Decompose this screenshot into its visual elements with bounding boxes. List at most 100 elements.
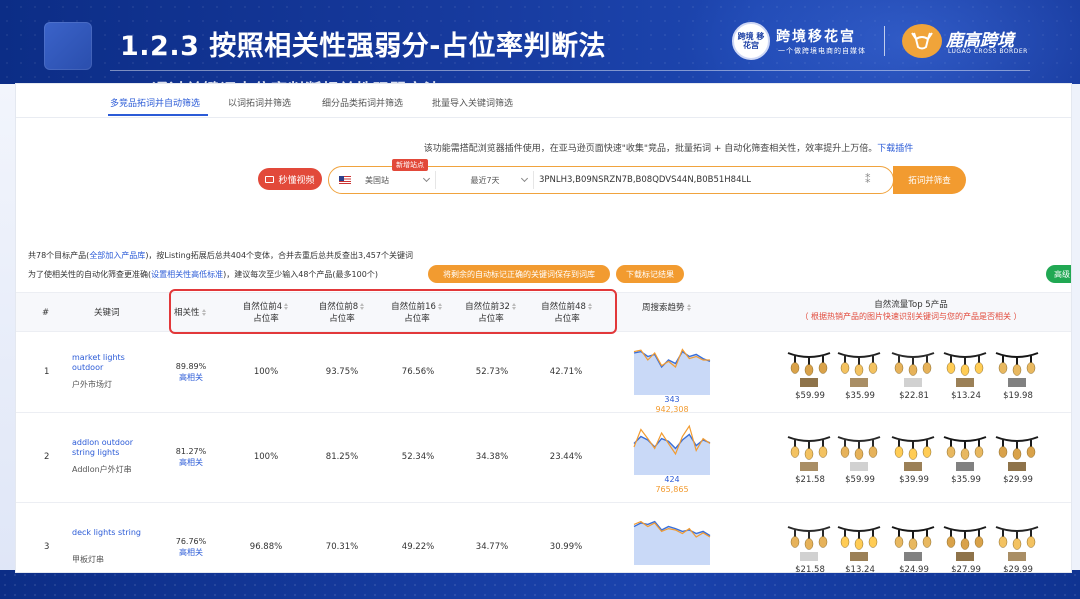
product-price: $21.58 (795, 565, 825, 572)
product-price: $29.99 (1003, 565, 1033, 572)
occupancy-r32: 52.73% (475, 367, 509, 377)
string-lights-product-image (837, 352, 881, 387)
weekly-trend-chart (633, 348, 711, 395)
product-price: $27.99 (951, 565, 981, 572)
top-product[interactable]: $35.99 (942, 431, 990, 485)
product-price: $59.99 (795, 391, 825, 401)
product-price: $24.99 (899, 565, 929, 572)
keyword-en-link[interactable]: deck lights string (72, 528, 152, 538)
tab-bar: 多竞品拓词并自动筛选 以词拓词并筛选 细分品类拓词并筛选 批量导入关键词筛选 (16, 84, 1071, 118)
occupancy-r8: 70.31% (325, 542, 359, 552)
table-row[interactable]: 3 deck lights string 甲板灯串 76.76% 高相关 96.88% 70… (16, 503, 1071, 572)
download-plugin-link[interactable]: 下载插件 (877, 144, 913, 154)
string-lights-product-image (837, 526, 881, 561)
occupancy-r4: 96.88% (249, 542, 283, 552)
tab-keyword-expand[interactable]: 以词拓词并筛选 (228, 96, 291, 109)
top-product[interactable]: $27.99 (942, 521, 990, 572)
string-lights-product-image (787, 436, 831, 471)
tab-batch-import[interactable]: 批量导入关键词筛选 (432, 96, 513, 109)
keyword-cn: 户外市场灯 (72, 380, 112, 389)
date-range-select[interactable]: 最近7天 (437, 167, 533, 193)
relevance-level: 高相关 (179, 458, 203, 467)
string-lights-product-image (943, 526, 987, 561)
top-product[interactable]: $22.81 (890, 347, 938, 401)
expand-icon[interactable]: ⁑ (865, 173, 871, 186)
top-product[interactable]: $13.24 (836, 521, 884, 572)
row-index: 2 (44, 452, 50, 462)
video-tutorial-button[interactable]: 秒懂视频 (258, 168, 322, 190)
slide-header: 1.2.3 按照相关性强弱分-占位率判断法 通过关键词占位率判断相关性强弱方法 … (0, 0, 1080, 84)
string-lights-product-image (995, 352, 1039, 387)
header-divider-line (110, 70, 1030, 71)
row-index: 3 (44, 542, 50, 552)
top-product[interactable]: $29.99 (994, 521, 1042, 572)
tab-category-expand[interactable]: 细分品类拓词并筛选 (322, 96, 403, 109)
top-product[interactable]: $29.99 (994, 431, 1042, 485)
relevance-level: 高相关 (179, 373, 203, 382)
occupancy-r32: 34.77% (475, 542, 509, 552)
add-all-to-library-link[interactable]: 全部加入产品库 (89, 251, 145, 260)
top-product[interactable]: $19.98 (994, 347, 1042, 401)
string-lights-product-image (995, 436, 1039, 471)
product-price: $59.99 (845, 475, 875, 485)
product-price: $35.99 (845, 391, 875, 401)
asin-input[interactable] (539, 171, 859, 189)
occupancy-r48: 42.71% (549, 367, 583, 377)
plugin-notice: 该功能需搭配浏览器插件使用，在亚马逊页面快速"收集"竞品，批量拓词 + 自动化筛… (423, 144, 914, 154)
logo1-title: 跨境移花宫 (776, 29, 856, 45)
table-row[interactable]: 1 market lights outdoor 户外市场灯 89.89% 高相关 100%… (16, 333, 1071, 414)
top-product[interactable]: $35.99 (836, 347, 884, 401)
download-results-button[interactable]: 下载标记结果 (616, 265, 684, 283)
top-product[interactable]: $24.99 (890, 521, 938, 572)
top-product[interactable]: $59.99 (836, 431, 884, 485)
top-product[interactable]: $13.24 (942, 347, 990, 401)
top-product[interactable]: $59.99 (786, 347, 834, 401)
keyword-en-link[interactable]: market lights outdoor (72, 353, 152, 373)
top-product[interactable]: $39.99 (890, 431, 938, 485)
slide-title: 1.2.3 按照相关性强弱分-占位率判断法 (120, 31, 606, 62)
trend-values: 343 942,308 (655, 395, 689, 414)
active-tab-underline (108, 114, 208, 116)
product-price: $19.98 (1003, 391, 1033, 401)
slide-right-border (1071, 84, 1080, 574)
top-product[interactable]: $21.58 (786, 431, 834, 485)
save-keywords-button[interactable]: 将剩余的自动标记正确的关键词保存到词库 (428, 265, 610, 283)
product-price: $21.58 (795, 475, 825, 485)
row-index: 1 (44, 367, 50, 377)
stats-line-2: 为了使相关性的自动化筛查更准确(设置相关性高低标准)，建议每次至少输入48个产品… (28, 270, 378, 279)
deer-logo-icon (902, 24, 942, 58)
string-lights-product-image (837, 436, 881, 471)
occupancy-r4: 100% (253, 367, 279, 377)
col-index: # (42, 308, 50, 318)
advanced-button[interactable]: 高级 (1046, 265, 1071, 283)
logo-divider (884, 26, 885, 56)
tab-multi-competitor[interactable]: 多竞品拓词并自动筛选 (110, 96, 200, 109)
video-icon (265, 175, 275, 183)
weekly-trend-chart (633, 424, 711, 475)
slide-footer (0, 570, 1080, 599)
col-weekly-trend[interactable]: 周搜索趋势 (642, 302, 692, 314)
sort-icon (686, 304, 692, 311)
relevance-level: 高相关 (179, 548, 203, 557)
relevance-cell: 89.89% 高相关 (175, 362, 207, 382)
chevron-down-icon (520, 174, 529, 183)
occupancy-r8: 93.75% (325, 367, 359, 377)
occupancy-r48: 30.99% (549, 542, 583, 552)
relevance-cell: 81.27% 高相关 (175, 447, 207, 467)
tool-screenshot: 多竞品拓词并自动筛选 以词拓词并筛选 细分品类拓词并筛选 批量导入关键词筛选 该… (16, 84, 1071, 572)
header-decor-square (44, 22, 92, 70)
string-lights-product-image (891, 352, 935, 387)
relevance-standard-link[interactable]: 设置相关性高低标准 (151, 270, 223, 279)
string-lights-product-image (891, 436, 935, 471)
top-product[interactable]: $21.58 (786, 521, 834, 572)
table-row[interactable]: 2 addlon outdoor string lights Addlon户外灯串 8… (16, 413, 1071, 503)
expand-filter-button[interactable]: 拓词并筛查 (893, 166, 966, 194)
weekly-trend-chart (633, 520, 711, 565)
product-price: $35.99 (951, 475, 981, 485)
keyword-en-link[interactable]: addlon outdoor string lights (72, 438, 152, 458)
occupancy-r16: 49.22% (401, 542, 435, 552)
product-price: $22.81 (899, 391, 929, 401)
string-lights-product-image (891, 526, 935, 561)
slide-subtitle: 通过关键词占位率判断相关性强弱方法 (152, 76, 441, 84)
yihuagong-logo-icon: 跨境 移花宫 (732, 22, 770, 60)
